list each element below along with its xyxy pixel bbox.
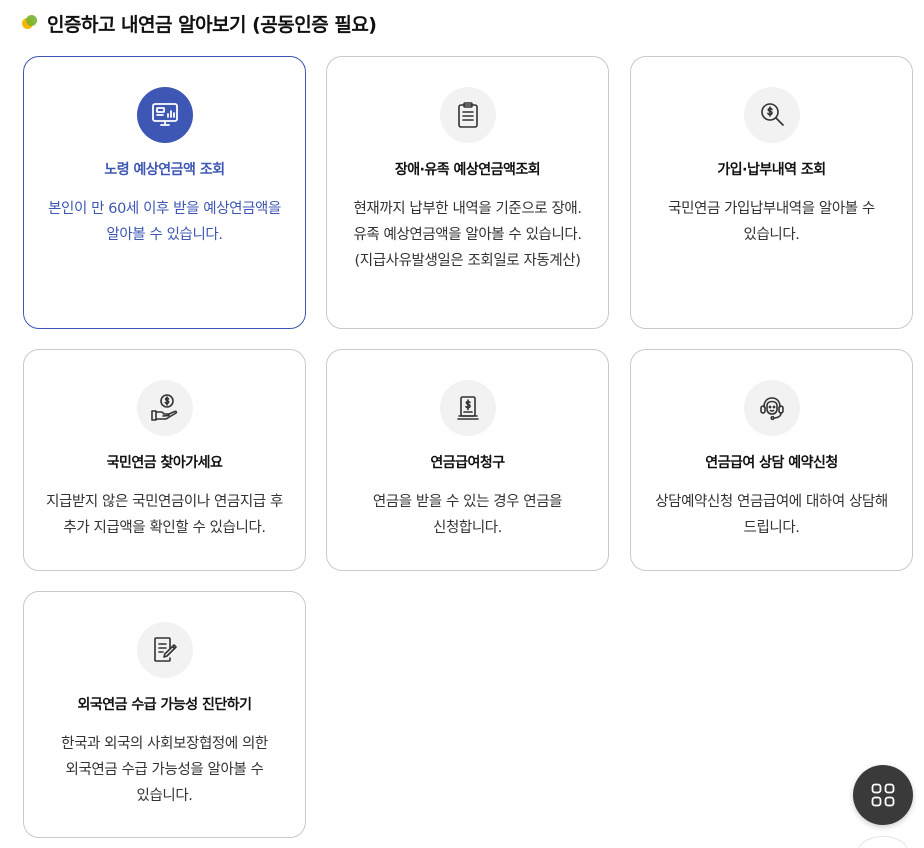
card-icon-wrap xyxy=(439,87,496,143)
card-description: 현재까지 납부한 내역을 기준으로 장애.유족 예상연금액을 알아볼 수 있습니… xyxy=(353,201,582,269)
card-foreign-pension-diagnosis[interactable]: 외국연금 수급 가능성 진단하기 한국과 외국의 사회보장협정에 의한 외국연금… xyxy=(23,591,306,838)
document-dollar-icon xyxy=(456,396,479,420)
card-description: 한국과 외국의 사회보장협정에 의한 외국연금 수급 가능성을 알아볼 수 있습… xyxy=(61,736,268,804)
grid-menu-icon xyxy=(871,783,895,807)
card-disability-survivor-estimate[interactable]: 장애·유족 예상연금액조회 현재까지 납부한 내역을 기준으로 장애.유족 예상… xyxy=(326,56,609,329)
card-description: 지급받지 않은 국민연금이나 연금지급 후 추가 지급액을 확인할 수 있습니다… xyxy=(46,494,283,536)
card-find-unclaimed-pension[interactable]: 국민연금 찾아가세요 지급받지 않은 국민연금이나 연금지급 후 추가 지급액을… xyxy=(23,349,306,571)
card-icon-wrap xyxy=(743,380,800,436)
card-title: 연금급여 상담 예약신청 xyxy=(705,455,838,471)
scroll-top-button[interactable] xyxy=(858,836,908,848)
card-description: 국민연금 가입납부내역을 알아볼 수 있습니다. xyxy=(668,201,875,243)
card-title: 장애·유족 예상연금액조회 xyxy=(394,162,541,178)
section-title: 인증하고 내연금 알아보기 (공동인증 필요) xyxy=(47,13,377,36)
card-icon-wrap xyxy=(743,87,800,143)
card-pension-benefit-claim[interactable]: 연금급여청구 연금을 받을 수 있는 경우 연금을 신청합니다. xyxy=(326,349,609,571)
card-title: 외국연금 수급 가능성 진단하기 xyxy=(77,697,252,713)
card-title: 연금급여청구 xyxy=(430,455,505,471)
card-title: 가입·납부내역 조회 xyxy=(717,162,826,178)
card-title: 국민연금 찾아가세요 xyxy=(106,455,223,471)
headset-icon xyxy=(759,397,784,421)
card-old-age-pension-estimate[interactable]: 노령 예상연금액 조회 본인이 만 60세 이후 받을 예상연금액을 알아볼 수… xyxy=(23,56,306,329)
card-icon-wrap xyxy=(136,87,193,143)
title-bullet-icon xyxy=(22,15,38,31)
card-title: 노령 예상연금액 조회 xyxy=(104,162,225,178)
section-header: 인증하고 내연금 알아보기 (공동인증 필요) xyxy=(22,8,377,38)
card-icon-wrap xyxy=(439,380,496,436)
hand-coin-icon xyxy=(150,394,177,421)
card-description: 본인이 만 60세 이후 받을 예상연금액을 알아볼 수 있습니다. xyxy=(48,201,281,243)
monitor-chart-icon xyxy=(151,103,178,126)
card-consultation-reservation[interactable]: 연금급여 상담 예약신청 상담예약신청 연금급여에 대하여 상담해 드립니다. xyxy=(630,349,913,571)
magnifier-dollar-icon xyxy=(760,103,784,126)
card-description: 연금을 받을 수 있는 경우 연금을 신청합니다. xyxy=(372,494,563,536)
card-icon-wrap xyxy=(136,380,193,436)
document-pen-icon xyxy=(153,637,177,662)
card-description: 상담예약신청 연금급여에 대하여 상담해 드립니다. xyxy=(655,494,888,536)
card-enrollment-payment-history[interactable]: 가입·납부내역 조회 국민연금 가입납부내역을 알아볼 수 있습니다. xyxy=(630,56,913,329)
quick-menu-button[interactable] xyxy=(853,765,913,825)
card-icon-wrap xyxy=(136,622,193,678)
clipboard-icon xyxy=(457,102,478,128)
